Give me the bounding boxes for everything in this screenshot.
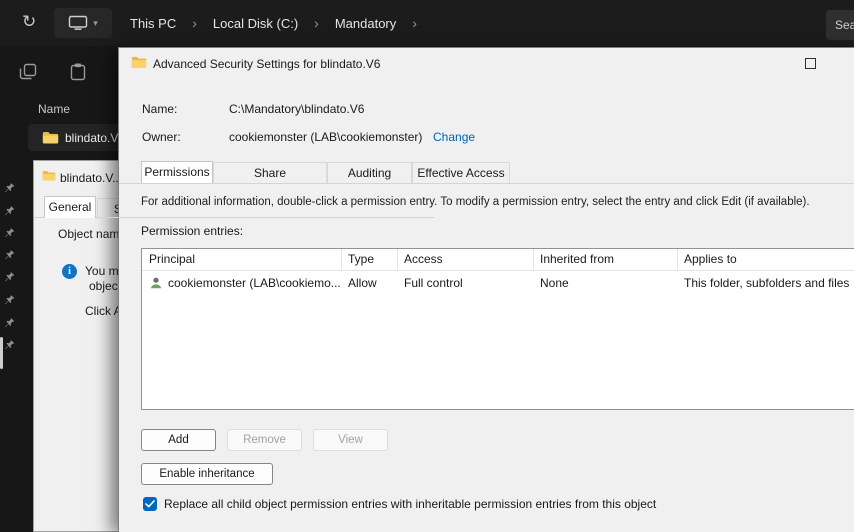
cell-access: Full control bbox=[404, 276, 463, 290]
remove-button[interactable]: Remove bbox=[227, 429, 302, 451]
instructions-text: For additional information, double-click… bbox=[141, 196, 810, 208]
table-header-row: Principal Type Access Inherited from App… bbox=[142, 249, 854, 271]
explorer-address-bar: ↻ ▾ This PC › Local Disk (C:) › Mandator… bbox=[0, 0, 854, 46]
chevron-right-icon[interactable]: › bbox=[192, 15, 197, 31]
pin-icon[interactable] bbox=[3, 182, 16, 195]
permission-entries-table: Principal Type Access Inherited from App… bbox=[141, 248, 854, 410]
pin-icon[interactable] bbox=[3, 294, 16, 307]
folder-icon bbox=[42, 131, 59, 145]
left-edge-scrollbar[interactable] bbox=[0, 337, 3, 369]
user-icon bbox=[149, 276, 163, 290]
pin-icon[interactable] bbox=[3, 205, 16, 218]
cell-inherited-from: None bbox=[540, 276, 569, 290]
column-header-type[interactable]: Type bbox=[342, 249, 398, 270]
replace-permissions-checkbox[interactable] bbox=[143, 497, 157, 511]
name-value: C:\Mandatory\blindato.V6 bbox=[229, 102, 365, 116]
file-list-item-label: blindato.V6 bbox=[65, 130, 126, 145]
chevron-right-icon[interactable]: › bbox=[314, 15, 319, 31]
column-header-name[interactable]: Name bbox=[38, 102, 70, 116]
maximize-button[interactable] bbox=[805, 58, 816, 69]
table-row[interactable]: cookiemonster (LAB\cookiemo... Allow Ful… bbox=[142, 271, 854, 295]
tab-share[interactable]: Share bbox=[213, 162, 327, 183]
file-list-item-blindato[interactable]: blindato.V6 bbox=[28, 124, 128, 151]
cell-principal: cookiemonster (LAB\cookiemo... bbox=[168, 276, 341, 290]
pin-icon[interactable] bbox=[3, 227, 16, 240]
pin-icon[interactable] bbox=[3, 249, 16, 262]
name-label: Name: bbox=[142, 102, 178, 116]
tab-permissions[interactable]: Permissions bbox=[141, 161, 213, 183]
location-icon-button[interactable]: ▾ bbox=[54, 8, 112, 38]
checkmark-icon bbox=[145, 500, 155, 508]
chevron-right-icon[interactable]: › bbox=[412, 15, 417, 31]
add-button[interactable]: Add bbox=[141, 429, 216, 451]
owner-value: cookiemonster (LAB\cookiemonster) bbox=[229, 130, 423, 144]
column-header-principal[interactable]: Principal bbox=[142, 249, 342, 270]
change-owner-link[interactable]: Change bbox=[433, 130, 475, 144]
paste-icon[interactable] bbox=[68, 62, 88, 85]
chevron-down-icon: ▾ bbox=[93, 17, 98, 28]
breadcrumb-local-disk-c[interactable]: Local Disk (C:) bbox=[213, 16, 298, 31]
pin-icon[interactable] bbox=[3, 271, 16, 284]
tab-divider bbox=[119, 183, 854, 184]
view-button[interactable]: View bbox=[313, 429, 388, 451]
column-header-access[interactable]: Access bbox=[398, 249, 534, 270]
permission-entries-label: Permission entries: bbox=[141, 224, 244, 238]
breadcrumb-this-pc[interactable]: This PC bbox=[130, 16, 176, 31]
copy-icon[interactable] bbox=[18, 62, 38, 85]
folder-icon bbox=[131, 56, 147, 72]
pin-icon[interactable] bbox=[3, 317, 16, 330]
cell-type: Allow bbox=[348, 276, 377, 290]
refresh-icon[interactable]: ↻ bbox=[22, 13, 36, 30]
folder-icon bbox=[42, 170, 56, 185]
advanced-security-settings-dialog: Advanced Security Settings for blindato.… bbox=[118, 47, 854, 532]
column-header-applies-to[interactable]: Applies to bbox=[678, 249, 854, 270]
pin-icon[interactable] bbox=[3, 339, 16, 352]
this-pc-monitor-icon bbox=[68, 15, 88, 31]
column-header-inherited-from[interactable]: Inherited from bbox=[534, 249, 678, 270]
replace-permissions-label[interactable]: Replace all child object permission entr… bbox=[164, 497, 656, 511]
enable-inheritance-button[interactable]: Enable inheritance bbox=[141, 463, 273, 485]
cell-applies-to: This folder, subfolders and files bbox=[684, 276, 850, 290]
breadcrumb-mandatory[interactable]: Mandatory bbox=[335, 16, 396, 31]
info-icon: i bbox=[62, 264, 77, 279]
properties-dialog-title: blindato.V... bbox=[60, 171, 123, 185]
tab-auditing[interactable]: Auditing bbox=[327, 162, 412, 183]
dialog-title: Advanced Security Settings for blindato.… bbox=[153, 57, 381, 71]
tab-effective-access[interactable]: Effective Access bbox=[412, 162, 510, 183]
tab-general[interactable]: General bbox=[44, 196, 96, 218]
breadcrumb: This PC › Local Disk (C:) › Mandatory › bbox=[130, 0, 433, 46]
owner-label: Owner: bbox=[142, 130, 181, 144]
search-input[interactable]: Sea bbox=[826, 10, 854, 40]
